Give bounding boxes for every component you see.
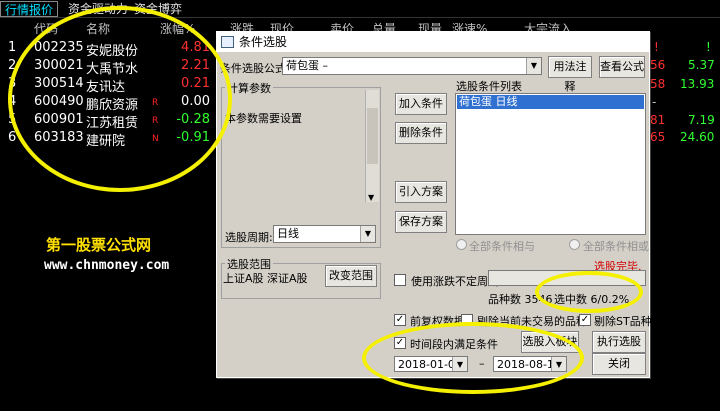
right-cell: 65 xyxy=(650,130,666,144)
exclude-st-label: 剔除ST品种 xyxy=(594,315,652,328)
radio-all-or-label: 全部条件相或 xyxy=(583,240,649,253)
exclude-st-checkbox[interactable]: ✓ xyxy=(579,314,591,326)
pre-adjust-checkbox[interactable]: ✓ xyxy=(394,314,406,326)
radio-all-or[interactable] xyxy=(569,239,580,250)
variable-period-label: 使用涨跌不定周期 xyxy=(411,275,499,288)
window-icon xyxy=(221,36,234,48)
chevron-down-icon[interactable]: ▼ xyxy=(360,226,375,242)
right-cell: 58 xyxy=(650,77,666,91)
right-cell: 24.60 xyxy=(680,130,715,144)
right-cell: ! xyxy=(706,40,711,54)
highlight-circle-dates xyxy=(362,322,584,394)
right-cell: 56 xyxy=(650,58,666,72)
tab-quote[interactable]: 行情报价 xyxy=(0,1,59,17)
condition-list[interactable]: 荷包蛋 日线 xyxy=(455,93,646,235)
range-value: 上证A股 深证A股 xyxy=(223,272,308,285)
right-cell: 7.19 xyxy=(688,113,715,127)
promo-url: www.chnmoney.com xyxy=(44,258,170,273)
period-value: 日线 xyxy=(277,227,299,240)
delete-condition-button[interactable]: 删除条件 xyxy=(395,122,447,144)
variable-period-checkbox[interactable] xyxy=(394,274,406,286)
save-scheme-button[interactable]: 保存方案 xyxy=(395,211,447,233)
formula-value: 荷包蛋 – xyxy=(286,59,328,72)
formula-select[interactable]: 荷包蛋 – ▼ xyxy=(282,57,542,75)
import-scheme-button[interactable]: 引入方案 xyxy=(395,181,447,203)
usage-note-button[interactable]: 用法注释 xyxy=(548,56,592,93)
highlight-circle-count xyxy=(535,271,643,313)
radio-all-and-label: 全部条件相与 xyxy=(469,240,535,253)
chevron-down-icon[interactable]: ▼ xyxy=(526,58,541,74)
formula-label: 条件选股公式 xyxy=(220,62,286,75)
scroll-thumb[interactable] xyxy=(367,108,378,164)
right-cell: ! xyxy=(654,40,659,54)
dialog-title: 条件选股 xyxy=(239,35,288,49)
right-cell: 5.37 xyxy=(688,58,715,72)
condition-list-label: 选股条件列表 xyxy=(456,80,522,93)
close-button[interactable]: 关闭 xyxy=(592,353,646,375)
period-select[interactable]: 日线 ▼ xyxy=(273,225,376,243)
view-formula-button[interactable]: 查看公式 xyxy=(599,56,645,78)
add-condition-button[interactable]: 加入条件 xyxy=(395,93,447,115)
execute-select-button[interactable]: 执行选股 xyxy=(592,331,646,353)
params-scrollbar[interactable]: ▼ xyxy=(365,90,379,202)
highlight-circle-list xyxy=(8,6,232,192)
calc-params-label: 计算参数 xyxy=(225,80,273,96)
params-text: 本参数需要设置 xyxy=(225,112,302,125)
right-cell: 81 xyxy=(650,113,666,127)
change-range-button[interactable]: 改变范围 xyxy=(325,265,377,287)
period-label: 选股周期: xyxy=(225,231,273,244)
scroll-down-icon[interactable]: ▼ xyxy=(368,193,374,202)
right-cell: - xyxy=(652,95,657,109)
row-index: 1 xyxy=(8,40,17,55)
right-cell: 13.93 xyxy=(680,77,715,91)
promo-title: 第一股票公式网 xyxy=(46,236,152,254)
dialog-titlebar[interactable]: 条件选股 xyxy=(217,32,649,52)
radio-all-and[interactable] xyxy=(456,239,467,250)
list-item[interactable]: 荷包蛋 日线 xyxy=(457,95,644,109)
